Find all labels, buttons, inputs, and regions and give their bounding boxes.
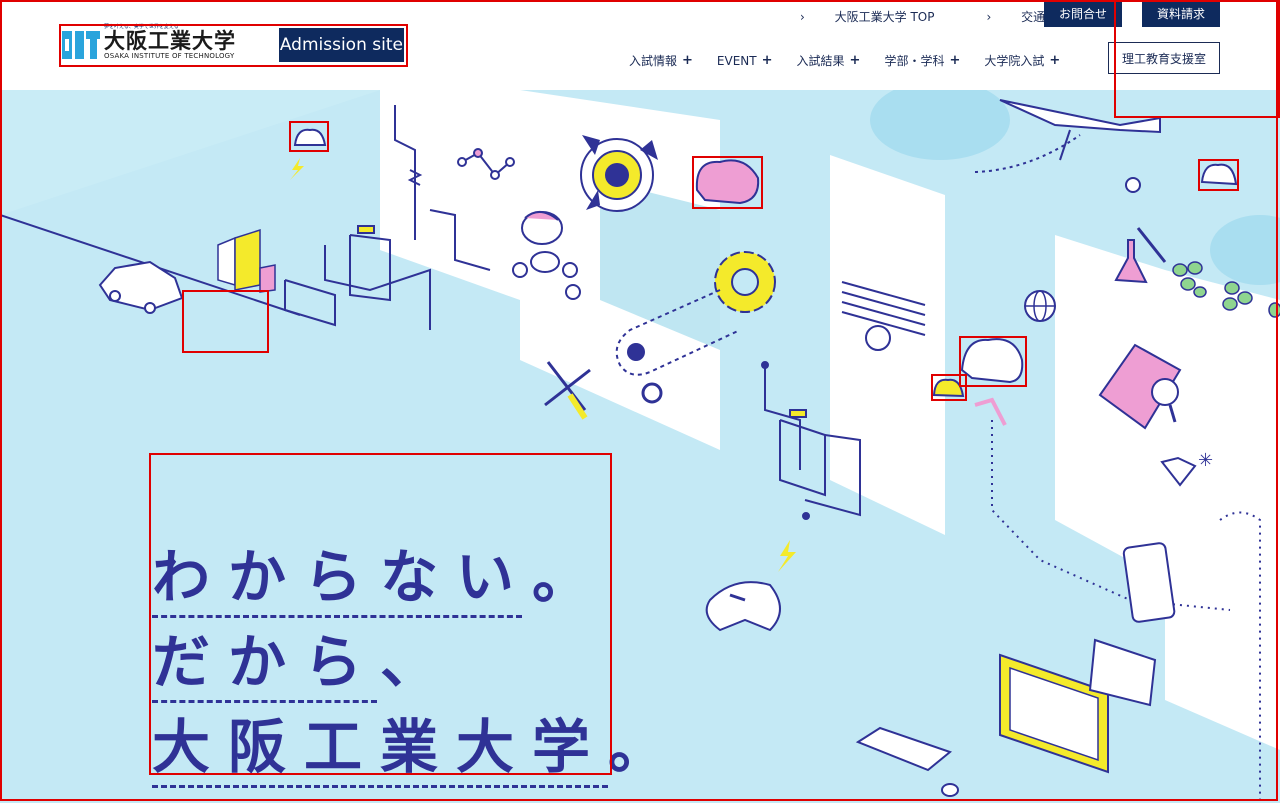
plus-icon: + — [761, 53, 773, 68]
nav-item-event[interactable]: EVENT + — [717, 52, 773, 69]
cloud-icon — [960, 338, 1024, 384]
inquiry-button[interactable]: お問合せ — [1044, 0, 1122, 27]
nav-label: 入試結果 — [796, 54, 845, 68]
nav-label: EVENT — [716, 53, 757, 68]
logo-name-jp: 大阪工業大学 — [104, 28, 236, 53]
cloud-icon — [695, 159, 760, 205]
oit-logo-icon — [62, 27, 100, 63]
link-university-top-label: 大阪工業大学 TOP — [834, 10, 935, 24]
nut-icon — [641, 382, 663, 404]
nav-item-admission-info[interactable]: 入試情報 + — [629, 52, 693, 69]
mouse-icon — [941, 783, 959, 797]
catch-line-3: 大阪工業大学。 — [152, 713, 685, 781]
cloud-icon — [293, 128, 327, 146]
chevron-right-icon: › — [800, 10, 805, 24]
support-office-button[interactable]: 理工教育支援室 — [1108, 42, 1220, 74]
sparkle-icon: ✳ — [1198, 450, 1213, 471]
smartphone-icon — [1122, 542, 1176, 623]
request-materials-button[interactable]: 資料請求 — [1142, 0, 1220, 27]
catch-line-1: わからない。 — [152, 543, 609, 611]
logo-name-en: OSAKA INSTITUTE OF TECHNOLOGY — [104, 51, 235, 60]
hero-illustration: ✳ わからない。 だから、 大阪工業大学。 — [0, 90, 1280, 803]
small-gear-icon — [627, 343, 645, 361]
hero-catchcopy: わからない。 だから、 大阪工業大学。 — [152, 543, 685, 800]
cloud-icon — [1125, 177, 1141, 193]
nav-label: 大学院入試 — [984, 54, 1045, 68]
gear-icon — [714, 251, 776, 313]
site-header: 夢を叶える、実学で世界を変える 大阪工業大学 OSAKA INSTITUTE O… — [0, 0, 1280, 90]
site-logo[interactable]: 夢を叶える、実学で世界を変える 大阪工業大学 OSAKA INSTITUTE O… — [62, 24, 404, 63]
link-university-top[interactable]: › 大阪工業大学 TOP — [800, 8, 960, 25]
catch-line-2: だから、 — [152, 628, 457, 696]
plus-icon: + — [849, 53, 861, 68]
plus-icon: + — [682, 53, 693, 68]
catch-divider-1 — [152, 615, 522, 618]
plus-icon: + — [949, 53, 961, 68]
catch-divider-2 — [152, 700, 377, 703]
admission-site-badge[interactable]: Admission site — [278, 28, 404, 62]
main-nav: 入試情報 + EVENT + 入試結果 + 学部・学科 + 大学院入試 + — [629, 52, 1084, 69]
globe-icon — [1024, 290, 1056, 322]
nav-item-faculties[interactable]: 学部・学科 + — [884, 52, 960, 69]
nav-item-exam-results[interactable]: 入試結果 + — [797, 52, 861, 69]
nav-item-graduate-admission[interactable]: 大学院入試 + — [984, 52, 1060, 69]
nav-label: 学部・学科 — [884, 54, 945, 68]
logo-tagline: 夢を叶える、実学で世界を変える — [104, 23, 179, 30]
nav-label: 入試情報 — [629, 54, 678, 68]
plus-icon: + — [1049, 53, 1061, 68]
chevron-right-icon: › — [986, 10, 992, 24]
catch-divider-3 — [152, 785, 608, 788]
